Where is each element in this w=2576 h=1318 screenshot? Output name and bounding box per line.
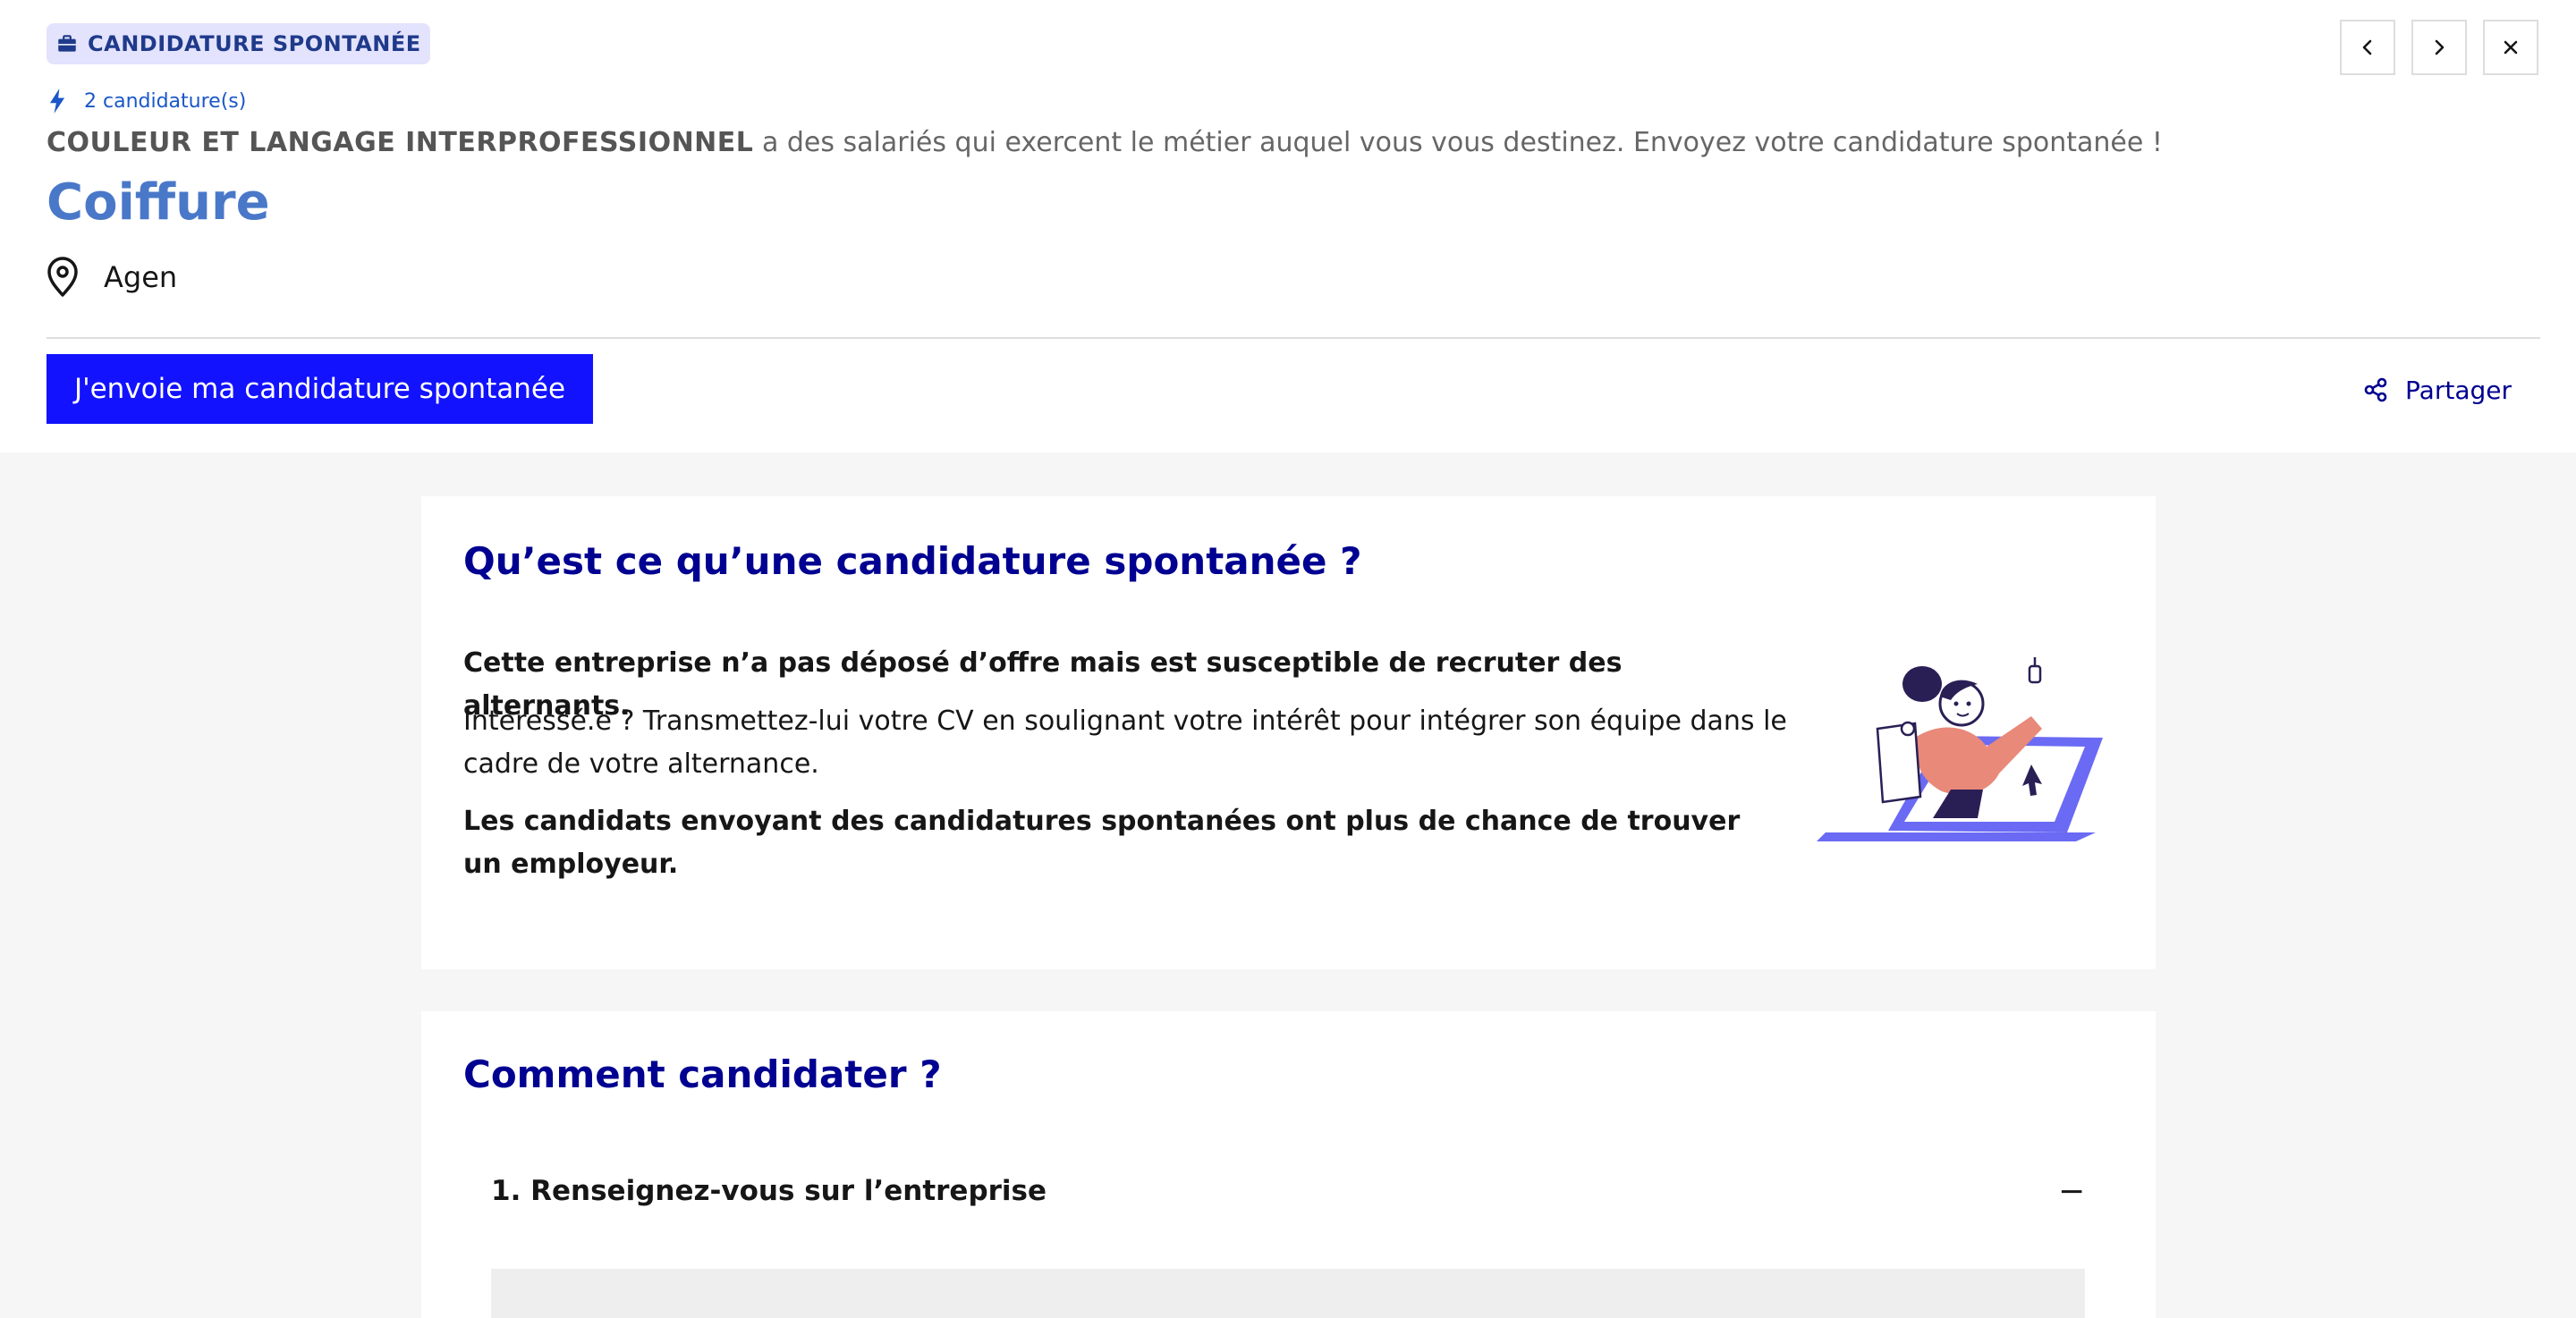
how-to-title: Comment candidater ? bbox=[463, 1052, 942, 1096]
apply-spontaneous-button[interactable]: J'envoie ma candidature spontanée bbox=[47, 354, 593, 424]
close-icon bbox=[2504, 40, 2518, 55]
company-name: COULEUR ET LANGAGE INTERPROFESSIONNEL bbox=[47, 127, 754, 158]
header-divider bbox=[47, 337, 2540, 339]
accordion-step-1[interactable]: 1. Renseignez-vous sur l’entreprise − bbox=[491, 1164, 2085, 1218]
share-icon bbox=[2364, 377, 2387, 402]
candidate-illustration bbox=[1808, 630, 2121, 854]
company-intro: COULEUR ET LANGAGE INTERPROFESSIONNEL a … bbox=[47, 127, 2515, 158]
job-header: CANDIDATURE SPONTANÉE 2 candidature(s) C… bbox=[0, 0, 2576, 452]
chevron-left-icon bbox=[2362, 39, 2372, 55]
what-is-title: Qu’est ce qu’une candidature spontanée ? bbox=[463, 539, 1362, 583]
lightning-icon bbox=[47, 88, 68, 114]
previous-button[interactable] bbox=[2340, 20, 2395, 75]
accordion-step-1-content bbox=[491, 1269, 2085, 1318]
share-label: Partager bbox=[2405, 375, 2512, 405]
next-button[interactable] bbox=[2411, 20, 2467, 75]
what-is-paragraph-2: Intéressé.e ? Transmettez-lui votre CV e… bbox=[463, 705, 1787, 780]
company-intro-text: a des salariés qui exercent le métier au… bbox=[753, 127, 2163, 158]
accordion-step-1-title: 1. Renseignez-vous sur l’entreprise bbox=[491, 1175, 1047, 1207]
what-is-paragraph-3: Les candidats envoyant des candidatures … bbox=[463, 806, 1741, 880]
collapse-icon[interactable]: − bbox=[2058, 1173, 2085, 1210]
applications-count: 2 candidature(s) bbox=[47, 86, 246, 116]
what-is-spontaneous-card: Qu’est ce qu’une candidature spontanée ?… bbox=[421, 496, 2156, 969]
chevron-right-icon bbox=[2435, 39, 2445, 55]
badge-label: CANDIDATURE SPONTANÉE bbox=[88, 31, 421, 56]
applications-count-label: 2 candidature(s) bbox=[84, 89, 247, 113]
close-button[interactable] bbox=[2483, 20, 2538, 75]
map-pin-icon bbox=[47, 257, 79, 298]
job-title: Coiffure bbox=[47, 173, 270, 232]
location-city: Agen bbox=[104, 260, 178, 294]
share-button[interactable]: Partager bbox=[2362, 368, 2512, 411]
how-to-apply-card: Comment candidater ? 1. Renseignez-vous … bbox=[421, 1011, 2156, 1318]
location: Agen bbox=[47, 256, 177, 299]
briefcase-icon bbox=[55, 32, 79, 55]
spontaneous-application-badge: CANDIDATURE SPONTANÉE bbox=[47, 23, 430, 64]
